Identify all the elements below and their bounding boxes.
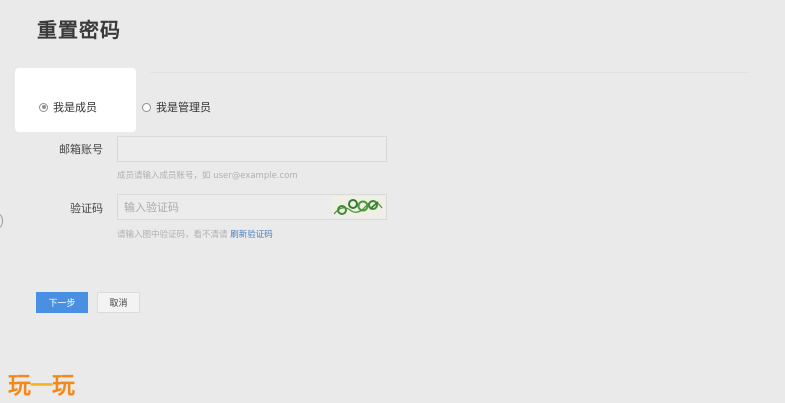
captcha-image[interactable]: [332, 196, 385, 218]
cancel-button[interactable]: 取消: [97, 292, 140, 313]
header-divider: [150, 72, 750, 73]
email-label: 邮箱账号: [59, 143, 103, 156]
page-title: 重置密码: [37, 18, 121, 42]
watermark-char-1: 玩: [8, 373, 31, 399]
watermark-char-2: 一: [30, 373, 53, 399]
role-radio-admin[interactable]: 我是管理员: [142, 99, 211, 115]
radio-checked-icon[interactable]: [39, 102, 48, 112]
captcha-label: 验证码: [70, 202, 103, 215]
captcha-hint-text: 请输入图中验证码，看不清请: [117, 230, 231, 240]
role-radio-admin-label: 我是管理员: [156, 101, 211, 114]
next-button[interactable]: 下一步: [36, 292, 88, 313]
role-radio-member-label: 我是成员: [53, 101, 97, 114]
watermark-char-3: 玩: [52, 373, 75, 399]
email-input[interactable]: [117, 136, 387, 162]
watermark-logo: 玩一玩: [8, 366, 75, 400]
refresh-captcha-link[interactable]: 刷新验证码: [230, 230, 273, 240]
edge-handle-icon: [0, 214, 3, 228]
role-radio-member[interactable]: 我是成员: [39, 99, 97, 115]
radio-unchecked-icon[interactable]: [142, 102, 151, 112]
captcha-graphic-icon: [333, 199, 383, 215]
captcha-hint: 请输入图中验证码，看不清请 刷新验证码: [117, 228, 273, 240]
email-hint: 成员请输入成员账号，如 user@example.com: [117, 171, 298, 181]
